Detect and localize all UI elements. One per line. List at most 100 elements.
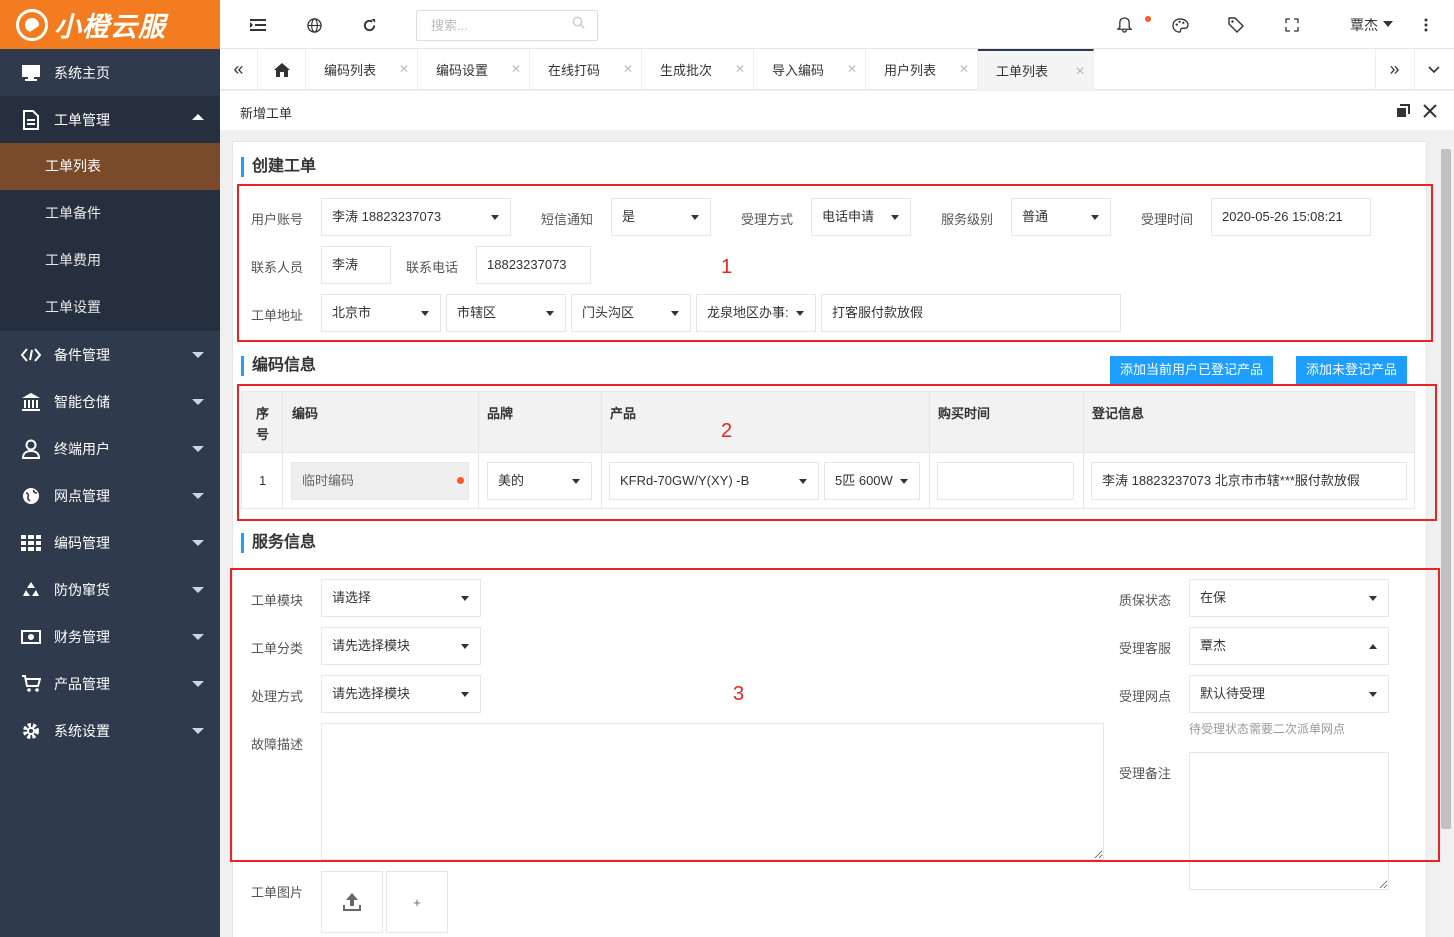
tab-label: 导入编码: [772, 63, 825, 78]
sidebar-subitem-workorder-settings[interactable]: 工单设置: [0, 284, 220, 331]
globe-icon[interactable]: [303, 14, 325, 36]
close-icon[interactable]: ✕: [511, 62, 521, 76]
tab-label: 用户列表: [884, 63, 937, 78]
annotation-box-2: [237, 384, 1437, 521]
restore-window-icon[interactable]: [1396, 104, 1410, 121]
tab-workorder-list[interactable]: 工单列表 ✕: [978, 49, 1094, 90]
page-title: 新增工单: [240, 106, 293, 121]
grid-icon: [20, 532, 42, 554]
recycle-icon: [20, 579, 42, 601]
annotation-box-1: [237, 184, 1433, 342]
chevron-down-icon[interactable]: [1383, 21, 1393, 27]
sidebar-item-label: 编码管理: [54, 534, 110, 551]
sidebar-item-label: 防伪窜货: [54, 581, 110, 598]
tabs-menu-chevron-down-icon[interactable]: [1414, 49, 1452, 90]
tab-generate-batch[interactable]: 生成批次 ✕: [642, 49, 754, 90]
tabs-scroll-left-icon[interactable]: «: [220, 49, 258, 90]
chevron-down-icon: [192, 587, 204, 593]
brand-name: 小橙云服: [54, 12, 166, 42]
chevron-down-icon: [192, 681, 204, 687]
upload-icon: [343, 893, 361, 911]
upload-image-button[interactable]: [321, 871, 383, 933]
sidebar-subitem-workorder-list[interactable]: 工单列表: [0, 143, 220, 190]
close-icon[interactable]: ✕: [399, 62, 409, 76]
sidebar-item-workorder[interactable]: 工单管理: [0, 96, 220, 143]
sidebar-item-warehouse[interactable]: 智能仓储: [0, 378, 220, 425]
tab-code-settings[interactable]: 编码设置 ✕: [418, 49, 530, 90]
search-input[interactable]: [416, 10, 598, 41]
section-title-service: 服务信息: [241, 533, 316, 553]
close-icon[interactable]: ✕: [959, 62, 969, 76]
sidebar-subitem-workorder-fees[interactable]: 工单费用: [0, 237, 220, 284]
monitor-icon: [20, 62, 42, 84]
close-icon[interactable]: ✕: [847, 62, 857, 76]
document-icon: [20, 109, 42, 131]
search-icon[interactable]: [572, 16, 585, 32]
logo[interactable]: 小橙云服: [0, 0, 220, 49]
tab-user-list[interactable]: 用户列表 ✕: [866, 49, 978, 90]
gear-icon: [20, 720, 42, 742]
sidebar-item-home[interactable]: 系统主页: [0, 49, 220, 96]
tabs-scroll-right-icon[interactable]: »: [1375, 49, 1413, 90]
tab-import-codes[interactable]: 导入编码 ✕: [754, 49, 866, 90]
refresh-icon[interactable]: [358, 14, 380, 36]
sidebar-item-codes[interactable]: 编码管理: [0, 519, 220, 566]
annotation-label-3: 3: [733, 683, 745, 705]
sidebar-submenu: 工单列表 工单备件 工单费用 工单设置: [0, 143, 220, 331]
sidebar: 小橙云服 系统主页 工单管理 工单列表 工单备件 工单费用 工单设置 备件管理 …: [0, 0, 220, 937]
close-icon[interactable]: [1423, 104, 1437, 121]
tab-label: 在线打码: [548, 63, 601, 78]
close-icon[interactable]: ✕: [623, 62, 633, 76]
menu-toggle-icon[interactable]: [247, 14, 269, 36]
tab-code-list[interactable]: 编码列表 ✕: [306, 49, 418, 90]
sidebar-item-outlets[interactable]: 网点管理: [0, 472, 220, 519]
sidebar-item-label: 智能仓储: [54, 393, 110, 410]
add-image-button[interactable]: +: [386, 871, 448, 933]
close-icon[interactable]: ✕: [1075, 64, 1085, 78]
palette-icon[interactable]: [1169, 14, 1191, 36]
tab-label: 编码设置: [436, 63, 489, 78]
user-icon: [20, 438, 42, 460]
top-bar: 覃杰: [220, 0, 1454, 49]
tab-online-print[interactable]: 在线打码 ✕: [530, 49, 642, 90]
sidebar-item-label: 工单管理: [54, 111, 110, 128]
brand-logo-icon: [16, 8, 48, 41]
annotation-box-3: [230, 568, 1440, 862]
chevron-down-icon: [192, 540, 204, 546]
sidebar-subitem-workorder-parts[interactable]: 工单备件: [0, 190, 220, 237]
globe-icon: [20, 485, 42, 507]
fullscreen-icon[interactable]: [1281, 14, 1303, 36]
money-icon: [20, 626, 42, 648]
chevron-down-icon: [192, 352, 204, 358]
tab-bar: « 编码列表 ✕ 编码设置 ✕ 在线打码 ✕ 生成批次 ✕ 导入编码 ✕ 用户列表 ✕ 工单…: [220, 49, 1454, 90]
user-name[interactable]: 覃杰: [1350, 15, 1378, 35]
sidebar-item-label: 系统主页: [54, 64, 110, 81]
cart-icon: [20, 673, 42, 695]
sidebar-item-parts[interactable]: 备件管理: [0, 331, 220, 378]
chevron-up-icon: [192, 114, 204, 120]
sidebar-item-products[interactable]: 产品管理: [0, 660, 220, 707]
tag-icon[interactable]: [1225, 14, 1247, 36]
add-unregistered-product-button[interactable]: 添加未登记产品: [1296, 356, 1408, 384]
section-title-codes: 编码信息: [241, 356, 316, 376]
scrollbar-thumb[interactable]: [1441, 149, 1451, 829]
section-title-create: 创建工单: [241, 157, 316, 177]
sidebar-item-endusers[interactable]: 终端用户: [0, 425, 220, 472]
sidebar-item-anticounterfeit[interactable]: 防伪窜货: [0, 566, 220, 613]
sidebar-item-settings[interactable]: 系统设置: [0, 707, 220, 754]
more-vertical-icon[interactable]: [1415, 14, 1437, 36]
tab-label: 编码列表: [324, 63, 377, 78]
close-icon[interactable]: ✕: [735, 62, 745, 76]
sidebar-item-label: 终端用户: [54, 440, 110, 457]
home-tab-icon[interactable]: [258, 49, 306, 90]
sidebar-item-label: 网点管理: [54, 487, 110, 504]
sidebar-item-finance[interactable]: 财务管理: [0, 613, 220, 660]
sidebar-item-label: 备件管理: [54, 346, 110, 363]
bank-icon: [20, 391, 42, 413]
sidebar-item-label: 产品管理: [54, 675, 110, 692]
add-registered-product-button[interactable]: 添加当前用户已登记产品: [1110, 356, 1274, 384]
chevron-down-icon: [192, 493, 204, 499]
sidebar-item-label: 财务管理: [54, 628, 110, 645]
code-icon: [20, 344, 42, 366]
bell-icon[interactable]: [1113, 14, 1135, 36]
